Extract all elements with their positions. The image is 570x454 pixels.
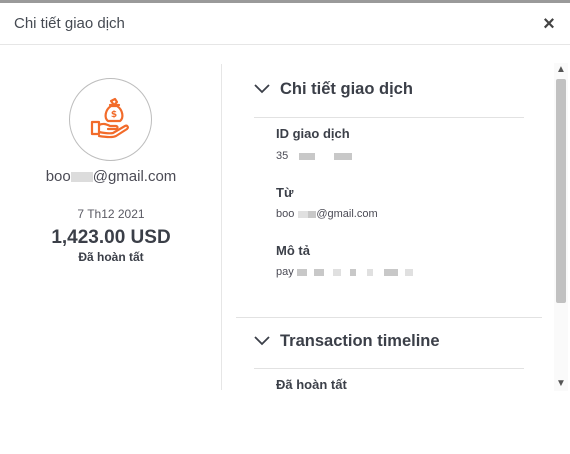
redacted-block — [299, 152, 316, 160]
description-prefix: pay — [276, 266, 294, 278]
from-prefix: boo — [276, 208, 295, 220]
details-panel[interactable]: Chi tiết giao dịch ID giao dịch 35 Từ bo… — [236, 46, 552, 390]
dialog-header: Chi tiết giao dịch × — [0, 3, 570, 45]
email-suffix: @gmail.com — [92, 168, 177, 185]
id-value: 35 — [276, 150, 353, 162]
section-separator — [236, 317, 542, 318]
section-divider — [254, 368, 524, 369]
redacted-block — [384, 268, 399, 276]
redacted-block — [70, 172, 93, 183]
redacted-block — [296, 268, 307, 276]
dialog-footer — [0, 392, 570, 454]
svg-text:$: $ — [111, 110, 117, 120]
redacted-block — [332, 268, 341, 276]
transaction-date: 7 Th12 2021 — [77, 207, 145, 221]
from-suffix: @gmail.com — [316, 208, 378, 220]
redacted-block — [405, 268, 414, 276]
chevron-down-icon — [254, 336, 270, 346]
sender-email: boo @gmail.com — [0, 168, 222, 185]
from-value: boo @gmail.com — [276, 208, 378, 220]
close-icon[interactable]: × — [538, 13, 560, 35]
timeline-section-title: Transaction timeline — [280, 332, 440, 350]
description-value: pay — [276, 266, 414, 278]
details-section-title: Chi tiết giao dịch — [280, 80, 413, 98]
scrollbar[interactable]: ▲ ▼ — [554, 63, 568, 391]
redacted-block — [298, 210, 309, 218]
redacted-block — [350, 268, 356, 276]
summary-panel: $ boo @gmail.com 7 Th12 2021 1,423.00 USD… — [0, 46, 222, 392]
transaction-amount: 1,423.00 USD — [51, 227, 171, 248]
redacted-block — [313, 268, 324, 276]
transaction-status: Đã hoàn tất — [78, 250, 144, 264]
redacted-block — [334, 152, 353, 160]
section-divider — [254, 117, 524, 118]
panel-divider — [221, 64, 222, 390]
id-value-prefix: 35 — [276, 150, 289, 162]
email-prefix: boo — [45, 168, 71, 185]
redacted-block — [367, 268, 374, 276]
scroll-thumb[interactable] — [556, 79, 566, 303]
money-bag-hand-icon: $ — [90, 97, 129, 139]
transaction-avatar: $ — [69, 78, 152, 161]
scroll-up-icon[interactable]: ▲ — [554, 63, 568, 77]
from-label: Từ — [276, 185, 294, 200]
dialog-title: Chi tiết giao dịch — [14, 15, 125, 32]
scroll-down-icon[interactable]: ▼ — [554, 377, 568, 391]
timeline-item: Đã hoàn tất — [276, 377, 347, 390]
description-label: Mô tả — [276, 243, 310, 258]
id-label: ID giao dịch — [276, 126, 350, 141]
chevron-down-icon — [254, 84, 270, 94]
